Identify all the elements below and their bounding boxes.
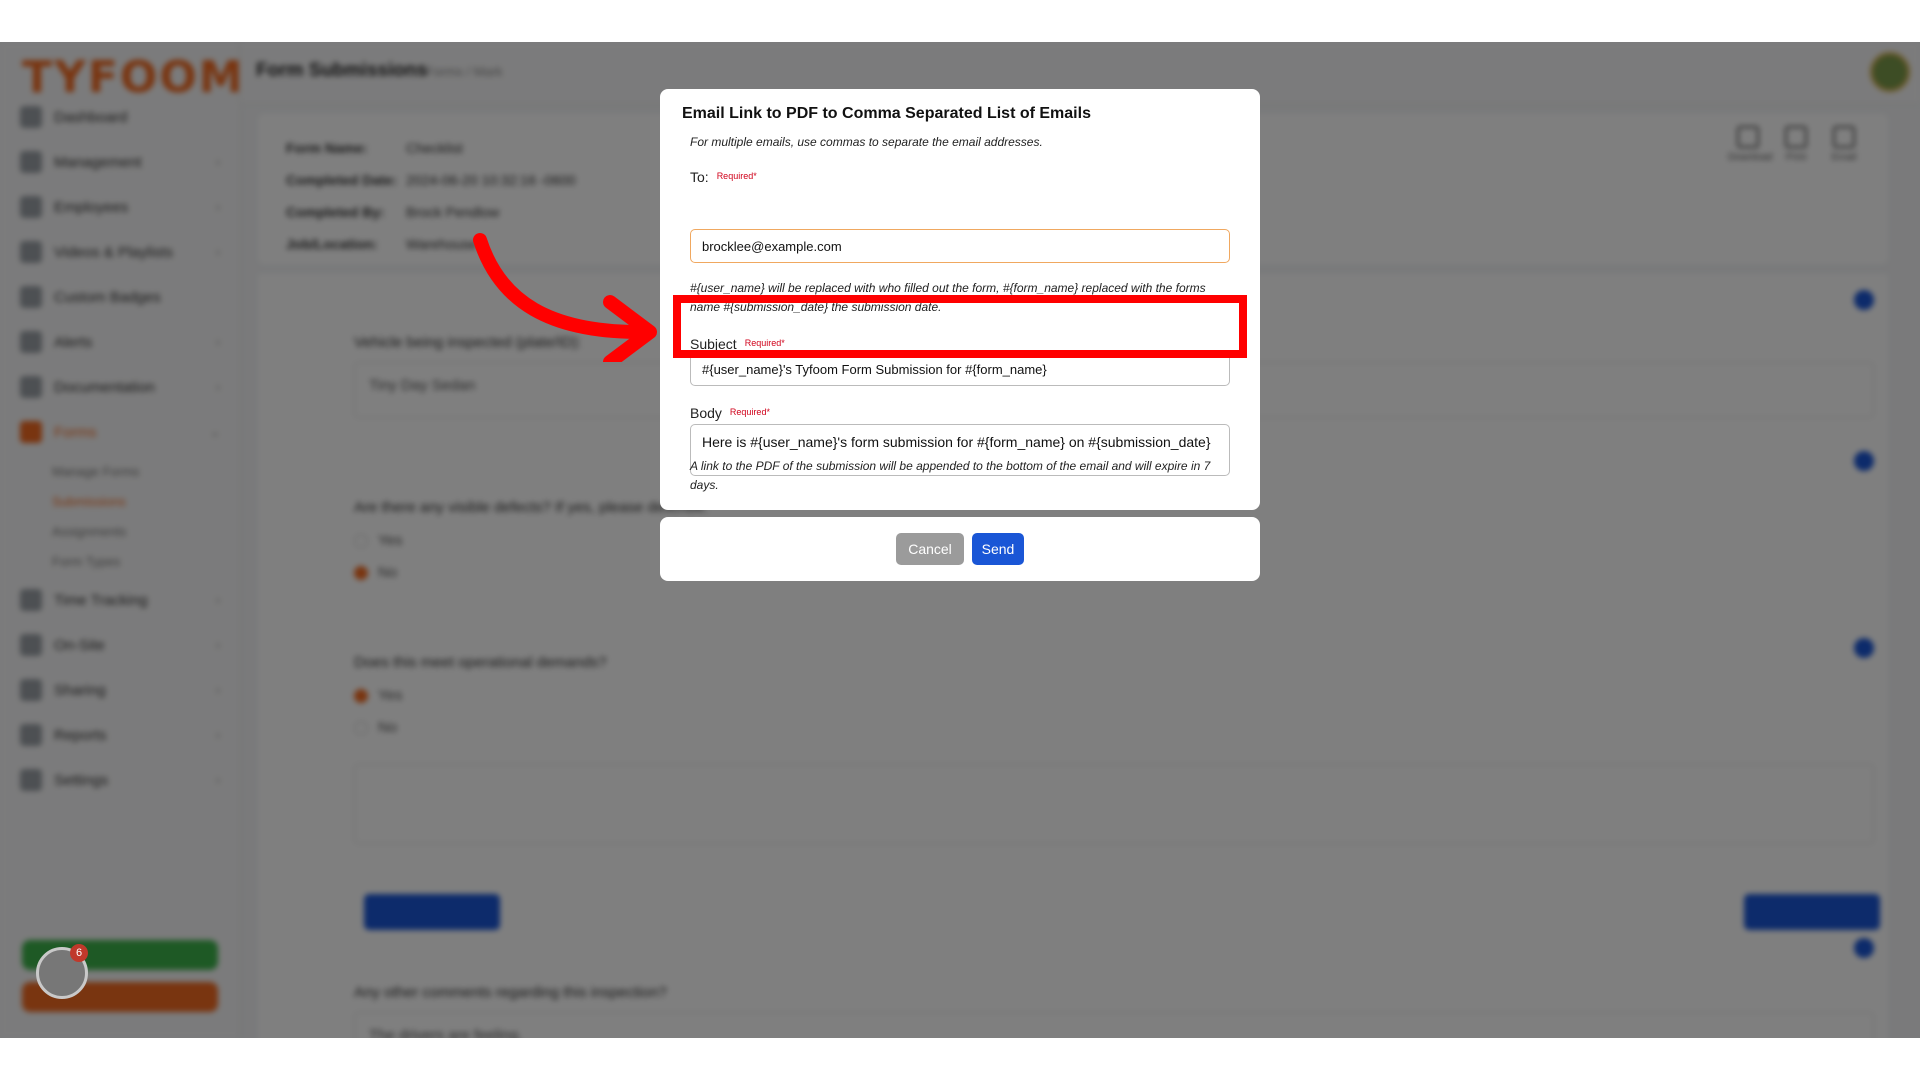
footer-hint: A link to the PDF of the submission will…	[690, 459, 1211, 492]
required-marker: Required*	[730, 407, 770, 417]
body-label-row: Body Required*	[690, 405, 770, 421]
to-label: To:	[690, 169, 709, 185]
subject-highlight-box	[673, 295, 1247, 358]
pointer-arrow-icon	[473, 233, 657, 362]
notification-badge: 6	[70, 944, 88, 962]
intro-hint: For multiple emails, use commas to separ…	[690, 135, 1043, 149]
to-label-row: To: Required*	[690, 169, 757, 185]
to-field[interactable]	[690, 229, 1230, 263]
required-marker: Required*	[717, 171, 757, 181]
required-asterisk: *	[766, 407, 770, 417]
body-label: Body	[690, 405, 722, 421]
required-text: Required	[729, 407, 767, 417]
required-asterisk: *	[753, 171, 757, 181]
dialog-title: Email Link to PDF to Comma Separated Lis…	[682, 105, 1091, 122]
screen-frame: TYFOOM Dashboard Management› Employees› …	[0, 42, 1920, 1038]
send-button[interactable]: Send	[972, 533, 1024, 565]
cancel-button[interactable]: Cancel	[896, 533, 964, 565]
required-text: Required	[716, 171, 754, 181]
dialog-footer: Cancel Send	[660, 517, 1260, 581]
